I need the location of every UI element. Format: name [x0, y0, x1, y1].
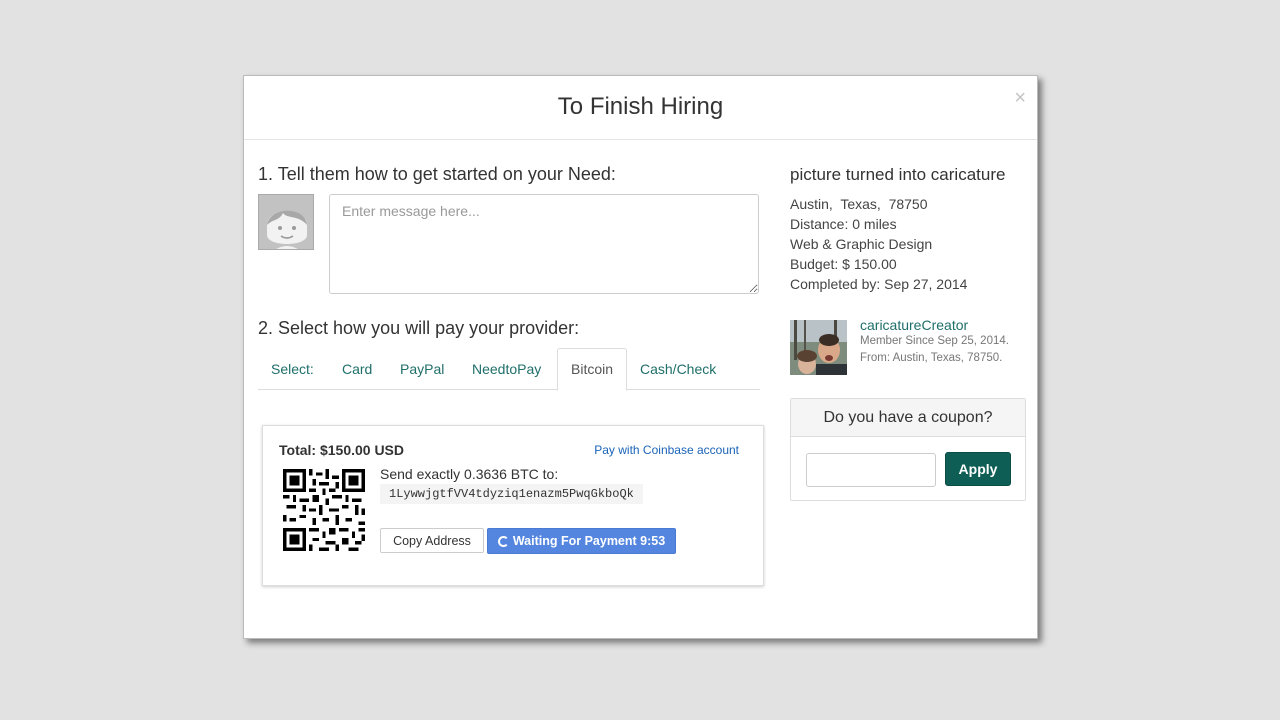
btc-address[interactable]: 1LywwjgtfVV4tdyziq1enazm5PwqGkboQk — [380, 484, 643, 504]
provider-name-link[interactable]: caricatureCreator — [860, 317, 968, 333]
coinbase-link[interactable]: Pay with Coinbase account — [594, 443, 739, 457]
bitcoin-payment-panel: Total: $150.00 USD Pay with Coinbase acc… — [262, 425, 764, 586]
message-input[interactable] — [329, 194, 759, 294]
step1-label: 1. Tell them how to get started on your … — [258, 164, 616, 184]
qr-code — [283, 469, 365, 551]
provider-member-since: Member Since Sep 25, 2014. — [860, 335, 1009, 347]
hiring-modal: To Finish Hiring × 1. Tell them how to g… — [243, 75, 1038, 639]
modal-title: To Finish Hiring — [557, 93, 724, 120]
payment-total: Total: $150.00 USD — [279, 442, 405, 458]
step2-label: 2. Select how you will pay your provider… — [258, 318, 580, 338]
provider-from: From: Austin, Texas, 78750. — [860, 352, 1003, 364]
need-title: picture turned into caricature — [790, 165, 1006, 184]
tab-needtopay[interactable]: NeedtoPay — [459, 348, 554, 390]
need-location: Austin, Texas, 78750 — [790, 196, 928, 212]
send-amount-text: Send exactly 0.3636 BTC to: — [380, 466, 559, 482]
waiting-for-payment-button[interactable]: Waiting For Payment 9:53 — [487, 528, 676, 554]
coupon-input[interactable] — [806, 453, 936, 487]
apply-coupon-button[interactable]: Apply — [945, 452, 1011, 486]
tab-card[interactable]: Card — [329, 348, 385, 390]
need-budget: Budget: $ 150.00 — [790, 256, 897, 272]
need-distance: Distance: 0 miles — [790, 216, 897, 232]
tab-select[interactable]: Select: — [258, 348, 327, 390]
close-icon[interactable]: × — [1014, 88, 1026, 108]
default-avatar-icon — [258, 194, 314, 250]
provider-photo[interactable] — [790, 320, 847, 375]
spinner-icon — [497, 535, 509, 547]
copy-address-button[interactable]: Copy Address — [380, 528, 484, 553]
payment-tabs: Select: Card PayPal NeedtoPay Bitcoin Ca… — [258, 348, 760, 391]
waiting-label: Waiting For Payment 9:53 — [512, 534, 666, 548]
need-completed-by: Completed by: Sep 27, 2014 — [790, 276, 968, 292]
tab-bitcoin[interactable]: Bitcoin — [557, 348, 628, 391]
tab-paypal[interactable]: PayPal — [387, 348, 457, 390]
tab-cash-check[interactable]: Cash/Check — [627, 348, 729, 390]
modal-header: To Finish Hiring × — [244, 76, 1037, 140]
coupon-panel: Do you have a coupon? Apply — [790, 398, 1026, 501]
coupon-heading: Do you have a coupon? — [791, 399, 1025, 437]
need-category: Web & Graphic Design — [790, 236, 933, 252]
